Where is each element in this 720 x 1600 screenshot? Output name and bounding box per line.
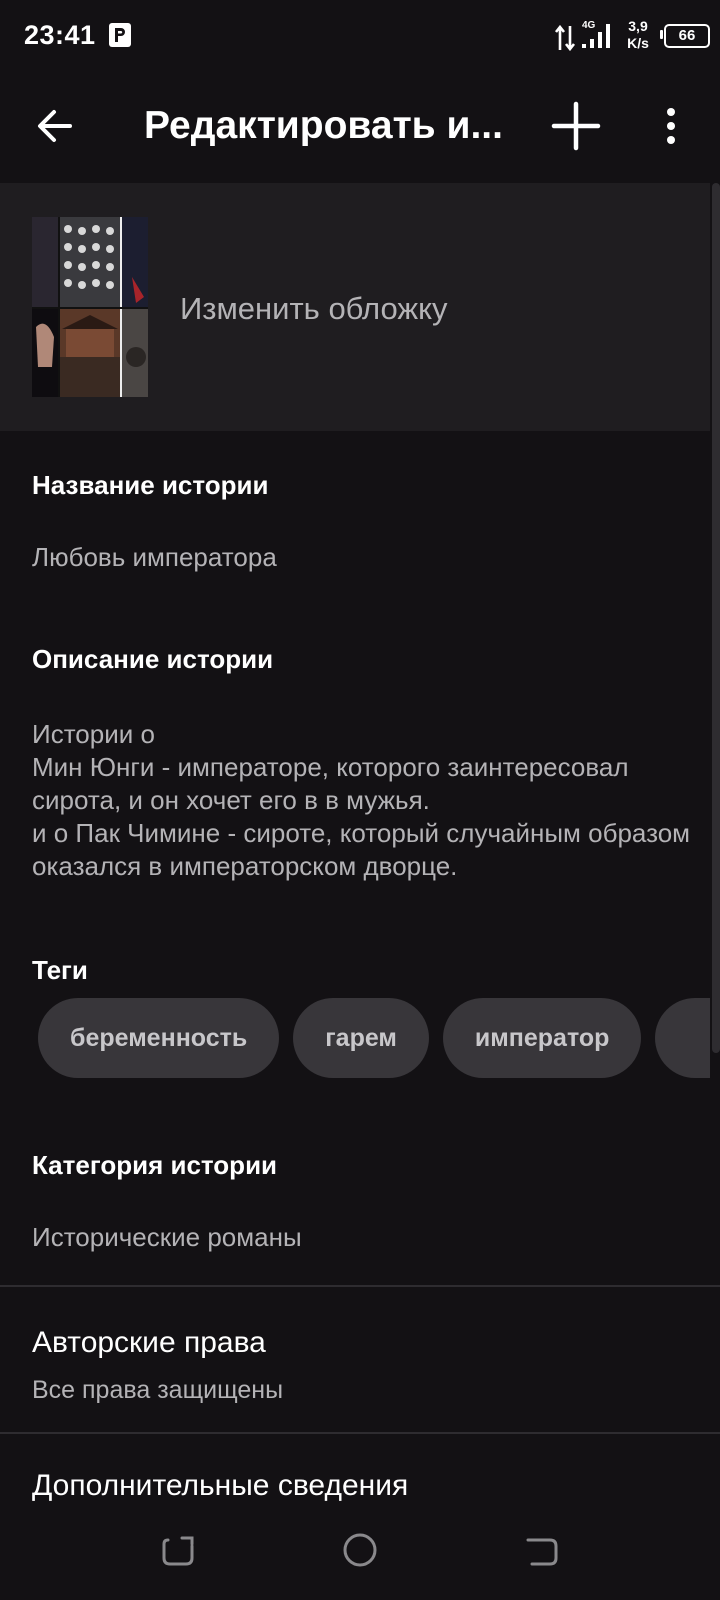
story-title-heading: Название истории: [32, 470, 269, 500]
tag-chip[interactable]: император: [442, 998, 642, 1078]
app-bar: Редактировать и...: [0, 72, 720, 180]
parking-notification-icon: [109, 23, 131, 47]
network-speed: 3,9 K/s: [620, 18, 656, 52]
signal-4g-icon: 4G: [582, 20, 610, 48]
svg-text:4G: 4G: [582, 20, 596, 31]
battery-nub: [660, 30, 663, 39]
edit-story-screen: 23:41 4G 3,9 K/s 66 Редактировать и... И…: [0, 0, 720, 1600]
additional-info-row[interactable]: Дополнительные сведения: [0, 1435, 720, 1515]
system-nav-bar: [0, 1510, 720, 1600]
copyright-value: Все права защищены: [32, 1376, 284, 1404]
network-speed-text: 3,9 K/s: [627, 18, 649, 51]
home-icon[interactable]: [340, 1530, 380, 1570]
battery-indicator: 66: [660, 24, 712, 48]
story-category-field[interactable]: Исторические романы: [32, 1222, 302, 1253]
tags-list: беременность гарем император: [38, 998, 710, 1078]
tag-chip[interactable]: гарем: [293, 998, 429, 1078]
change-cover-label: Изменить обложку: [180, 291, 448, 326]
data-transfer-icon: [554, 24, 576, 52]
back-arrow-icon[interactable]: [30, 100, 82, 152]
page-title: Редактировать и...: [144, 104, 503, 147]
divider: [0, 1285, 720, 1287]
copyright-title: Авторские права: [32, 1326, 266, 1359]
tag-chip[interactable]: беременность: [38, 998, 280, 1078]
status-time: 23:41: [24, 20, 96, 50]
more-vertical-icon[interactable]: [656, 100, 686, 152]
story-description-field[interactable]: Истории о Мин Юнги - императоре, которог…: [32, 718, 692, 883]
tag-chip[interactable]: [655, 998, 710, 1078]
tags-heading: Теги: [32, 955, 88, 985]
battery-level: 66: [664, 24, 710, 48]
story-category-heading: Категория истории: [32, 1150, 278, 1180]
additional-info-title: Дополнительные сведения: [32, 1469, 409, 1502]
copyright-row[interactable]: Авторские права Все права защищены: [0, 1288, 720, 1432]
story-title-field[interactable]: Любовь императора: [32, 542, 277, 573]
back-nav-icon[interactable]: [522, 1532, 560, 1570]
change-cover-row[interactable]: Изменить обложку: [0, 183, 710, 431]
divider: [0, 1432, 720, 1434]
story-description-heading: Описание истории: [32, 644, 274, 674]
plus-icon[interactable]: [548, 98, 604, 154]
recent-apps-icon[interactable]: [160, 1532, 198, 1570]
cover-image: [32, 217, 148, 397]
scrollbar[interactable]: [712, 183, 720, 1053]
status-bar: 23:41 4G 3,9 K/s 66: [0, 0, 720, 72]
